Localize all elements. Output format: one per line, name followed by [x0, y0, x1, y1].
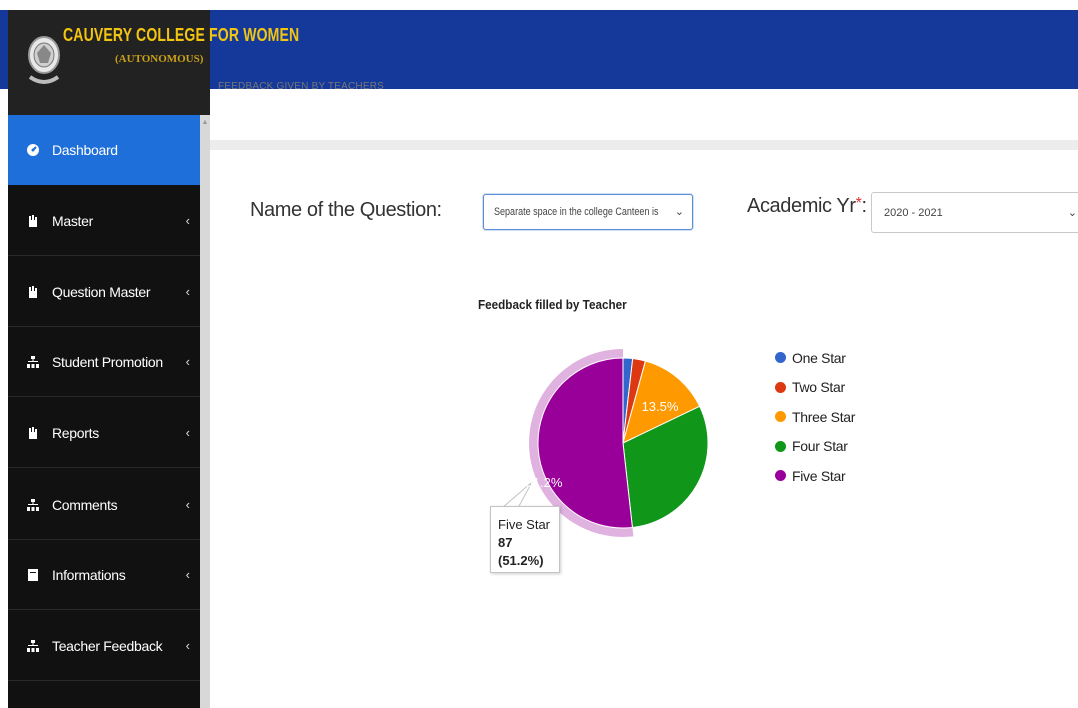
sidebar-item-informations[interactable]: Informations ‹ [8, 540, 200, 610]
sidebar-item-label: Teacher Feedback [52, 637, 163, 654]
sitemap-icon [26, 498, 40, 512]
sitemap-icon [26, 355, 40, 369]
chart-tooltip: Five Star 87 (51.2%) [490, 506, 560, 573]
sidebar-item-reports[interactable]: Reports ‹ [8, 398, 200, 468]
sidebar-item-label: Question Master [52, 283, 151, 300]
chart-legend: One Star Two Star Three Star Four Star Five … [775, 343, 855, 491]
main-content: FEEDBACK GIVEN BY TEACHERS Name of the Q… [210, 81, 1078, 708]
legend-label: Three Star [792, 408, 856, 425]
legend-dot-icon [775, 470, 786, 482]
chevron-left-icon: ‹ [185, 567, 190, 582]
sidebar-nav: Dashboard Master ‹ Question Master ‹ Student … [8, 115, 200, 708]
data-label-four-star: 30% [657, 525, 683, 540]
legend-dot-icon [775, 411, 786, 423]
legend-label: Two Star [792, 379, 845, 396]
college-subtitle: (AUTONOMOUS) [115, 53, 204, 65]
data-label-five-star: 51.2% [526, 475, 563, 490]
legend-label: Four Star [792, 438, 848, 455]
hand-icon [26, 426, 40, 440]
chevron-left-icon: ‹ [185, 284, 190, 299]
sidebar-item-master[interactable]: Master ‹ [8, 186, 200, 256]
legend-item-two-star[interactable]: Two Star [775, 373, 855, 403]
college-name: CAUVERY COLLEGE FOR WOMEN [63, 25, 300, 45]
tooltip-value: 87 (51.2%) [498, 535, 544, 568]
chevron-left-icon: ‹ [185, 425, 190, 440]
data-label-three-star: 13.5% [642, 399, 679, 414]
sidebar-item-label: Student Promotion [52, 353, 163, 370]
chevron-left-icon: ‹ [185, 638, 190, 653]
scroll-up-arrow-icon[interactable]: ▲ [200, 119, 210, 127]
legend-label: One Star [792, 349, 846, 366]
hand-icon [26, 285, 40, 299]
sidebar-item-label: Master [52, 212, 93, 229]
legend-item-one-star[interactable]: One Star [775, 343, 855, 373]
legend-dot-icon [775, 352, 786, 364]
chevron-left-icon: ‹ [185, 497, 190, 512]
chevron-left-icon: ‹ [185, 354, 190, 369]
sidebar-item-label: Dashboard [52, 142, 118, 158]
sidebar-item-question-master[interactable]: Question Master ‹ [8, 257, 200, 327]
sidebar-item-label: Informations [52, 566, 126, 583]
sidebar-item-student-promotion[interactable]: Student Promotion ‹ [8, 327, 200, 397]
sitemap-icon [26, 639, 40, 653]
college-logo [28, 36, 60, 84]
legend-dot-icon [775, 381, 786, 393]
pie-chart: 13.5% 30% 51.2% [500, 349, 709, 540]
legend-label: Five Star [792, 467, 846, 484]
sidebar-item-comments[interactable]: Comments ‹ [8, 470, 200, 540]
dashboard-icon [26, 143, 40, 157]
hand-icon [26, 214, 40, 228]
tooltip-label: Five Star [498, 517, 551, 532]
app-window: CAUVERY COLLEGE FOR WOMEN (AUTONOMOUS) D… [0, 0, 1078, 708]
sidebar-item-label: Comments [52, 496, 118, 513]
sidebar-item-label: Reports [52, 424, 99, 441]
sidebar-scrollbar[interactable]: ▲ [200, 115, 210, 708]
sidebar-item-teacher-feedback[interactable]: Teacher Feedback ‹ [8, 611, 200, 681]
book-icon [26, 568, 40, 582]
legend-item-four-star[interactable]: Four Star [775, 432, 855, 462]
chevron-left-icon: ‹ [185, 213, 190, 228]
sidebar-item-dashboard[interactable]: Dashboard [8, 115, 200, 185]
legend-item-five-star[interactable]: Five Star [775, 461, 855, 491]
legend-dot-icon [775, 440, 786, 452]
legend-item-three-star[interactable]: Three Star [775, 402, 855, 432]
